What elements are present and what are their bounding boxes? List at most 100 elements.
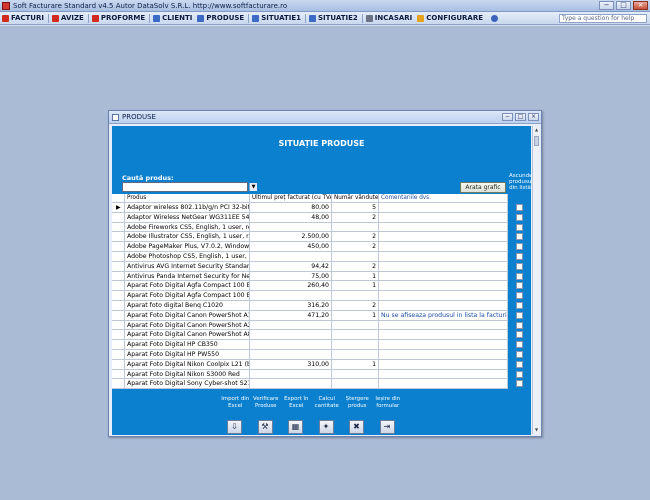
- row-selector[interactable]: [112, 261, 125, 271]
- cell-qty[interactable]: 1: [332, 310, 379, 320]
- calculate-icon[interactable]: ✦: [318, 420, 334, 434]
- cell-product[interactable]: Aparat Foto Digital HP CB350: [125, 340, 250, 349]
- cell-product[interactable]: Aparat Foto Digital Nikon Coolpix L21 (b…: [125, 359, 250, 369]
- row-selector[interactable]: [112, 379, 125, 389]
- close-button[interactable]: ×: [633, 1, 648, 10]
- show-chart-button[interactable]: Arata grafic: [460, 182, 506, 193]
- header-product[interactable]: Produs: [125, 194, 250, 202]
- menu-incasari[interactable]: INCASARI: [364, 13, 415, 24]
- cell-price[interactable]: 310,00: [250, 359, 332, 369]
- cell-price[interactable]: 260,40: [250, 281, 332, 291]
- cell-product[interactable]: Aparat Foto Digital Agfa Compact 100 Blu…: [125, 291, 250, 300]
- chevron-down-icon[interactable]: ▼: [249, 183, 257, 191]
- cell-comment[interactable]: Nu se afiseaza produsul in lista la fact…: [379, 310, 508, 320]
- cell-product[interactable]: Aparat Foto Digital Canon PowerShot A800: [125, 330, 250, 340]
- cell-product[interactable]: Aparat Foto Digital HP PW550: [125, 349, 250, 359]
- cell-comment[interactable]: [379, 359, 508, 369]
- row-selector[interactable]: [112, 271, 125, 281]
- cell-product[interactable]: Aparat Foto Digital Sony Cyber-shot S210…: [125, 379, 250, 389]
- cell-product[interactable]: Adobe PageMaker Plus, V7.0.2, Windows, I…: [125, 242, 250, 251]
- cell-qty[interactable]: [332, 340, 379, 349]
- hide-product-checkbox[interactable]: [516, 213, 523, 221]
- sub-minimize-button[interactable]: −: [502, 113, 513, 121]
- tools-icon[interactable]: ⚒: [257, 420, 273, 434]
- row-selector[interactable]: [112, 300, 125, 310]
- header-price[interactable]: Ultimul preț facturat (cu TVA): [250, 194, 332, 202]
- cell-qty[interactable]: 1: [332, 359, 379, 369]
- cell-product[interactable]: Adaptor wireless 802.11b/g/n PCI 32-bit …: [125, 203, 250, 212]
- cell-qty[interactable]: 2: [332, 242, 379, 251]
- hide-product-checkbox[interactable]: [516, 311, 523, 319]
- scroll-thumb[interactable]: [534, 136, 539, 146]
- cell-product[interactable]: Aparat foto digital Benq C1020: [125, 300, 250, 310]
- table-row[interactable]: Aparat Foto Digital Agfa Compact 100 Bla…: [112, 281, 508, 292]
- cell-price[interactable]: [250, 340, 332, 349]
- cell-price[interactable]: 94,42: [250, 261, 332, 271]
- cell-qty[interactable]: [332, 349, 379, 359]
- table-row[interactable]: Aparat Foto Digital Canon PowerShot A800: [112, 330, 508, 341]
- cell-product[interactable]: Antivirus AVG Internet Security Standard…: [125, 261, 250, 271]
- cell-price[interactable]: [250, 320, 332, 330]
- cell-qty[interactable]: 2: [332, 261, 379, 271]
- export-excel-icon[interactable]: ▦: [288, 420, 303, 434]
- row-selector[interactable]: [112, 212, 125, 222]
- cell-product[interactable]: Adobe Fireworks CS5, English, 1 user, re…: [125, 222, 250, 232]
- minimize-button[interactable]: −: [599, 1, 614, 10]
- cell-qty[interactable]: 2: [332, 212, 379, 222]
- scroll-up-icon[interactable]: ▲: [534, 127, 539, 133]
- hide-product-checkbox[interactable]: [516, 370, 523, 378]
- row-selector[interactable]: [112, 369, 125, 379]
- import-excel-icon[interactable]: ⇩: [227, 420, 242, 434]
- cell-comment[interactable]: [379, 222, 508, 232]
- cell-comment[interactable]: [379, 251, 508, 261]
- menu-configurare[interactable]: CONFIGURARE: [415, 13, 486, 24]
- hide-product-checkbox[interactable]: [516, 301, 523, 309]
- cell-product[interactable]: Aparat Foto Digital Canon PowerShot A120…: [125, 310, 250, 320]
- cell-comment[interactable]: [379, 232, 508, 242]
- cell-qty[interactable]: [332, 291, 379, 300]
- cell-price[interactable]: [250, 369, 332, 379]
- cell-comment[interactable]: [379, 291, 508, 300]
- cell-comment[interactable]: [379, 379, 508, 389]
- hide-product-checkbox[interactable]: [516, 204, 523, 211]
- scroll-down-icon[interactable]: ▼: [534, 427, 539, 433]
- cell-price[interactable]: [250, 330, 332, 340]
- cell-product[interactable]: Adaptor Wireless NetGear WG311EE 54 Mbp: [125, 212, 250, 222]
- menu-situatie2[interactable]: SITUATIE2: [307, 13, 361, 24]
- cell-price[interactable]: [250, 251, 332, 261]
- table-row[interactable]: Aparat Foto Digital Nikon S3000 Red: [112, 369, 508, 380]
- help-search-input[interactable]: Type a question for help: [559, 14, 647, 23]
- cell-qty[interactable]: 2: [332, 300, 379, 310]
- hide-product-checkbox[interactable]: [516, 321, 523, 329]
- cell-comment[interactable]: [379, 340, 508, 349]
- cell-product[interactable]: Antivirus Panda Internet Security for Ne…: [125, 271, 250, 281]
- cell-price[interactable]: 471,20: [250, 310, 332, 320]
- table-row[interactable]: Aparat Foto Digital Agfa Compact 100 Blu…: [112, 291, 508, 301]
- hide-product-checkbox[interactable]: [516, 282, 523, 290]
- row-selector[interactable]: [112, 281, 125, 291]
- menu-proforme[interactable]: PROFORME: [90, 13, 148, 24]
- hide-product-checkbox[interactable]: [516, 243, 523, 251]
- row-selector[interactable]: [112, 291, 125, 300]
- hide-product-checkbox[interactable]: [516, 341, 523, 349]
- hide-product-checkbox[interactable]: [516, 262, 523, 270]
- row-selector[interactable]: [112, 310, 125, 320]
- cell-price[interactable]: 48,00: [250, 212, 332, 222]
- cell-product[interactable]: Aparat Foto Digital Canon PowerShot A220…: [125, 320, 250, 330]
- cell-product[interactable]: Adobe Illustrator CS5, English, 1 user, …: [125, 232, 250, 242]
- cell-qty[interactable]: 1: [332, 271, 379, 281]
- table-row[interactable]: Aparat Foto Digital HP CB350: [112, 340, 508, 350]
- table-row[interactable]: Antivirus Panda Internet Security for Ne…: [112, 271, 508, 282]
- cell-qty[interactable]: [332, 330, 379, 340]
- table-row[interactable]: Aparat Foto Digital Nikon Coolpix L21 (b…: [112, 359, 508, 370]
- cell-product[interactable]: Aparat Foto Digital Nikon S3000 Red: [125, 369, 250, 379]
- cell-comment[interactable]: [379, 212, 508, 222]
- cell-comment[interactable]: [379, 300, 508, 310]
- sub-close-button[interactable]: ×: [528, 113, 539, 121]
- table-row[interactable]: ▶ Adaptor wireless 802.11b/g/n PCI 32-bit…: [112, 203, 508, 213]
- table-row[interactable]: Adobe PageMaker Plus, V7.0.2, Windows, I…: [112, 242, 508, 252]
- hide-product-checkbox[interactable]: [516, 223, 523, 231]
- cell-comment[interactable]: [379, 271, 508, 281]
- cell-qty[interactable]: [332, 222, 379, 232]
- cell-product[interactable]: Adobe Photoshop CS5, English, 1 user, re…: [125, 251, 250, 261]
